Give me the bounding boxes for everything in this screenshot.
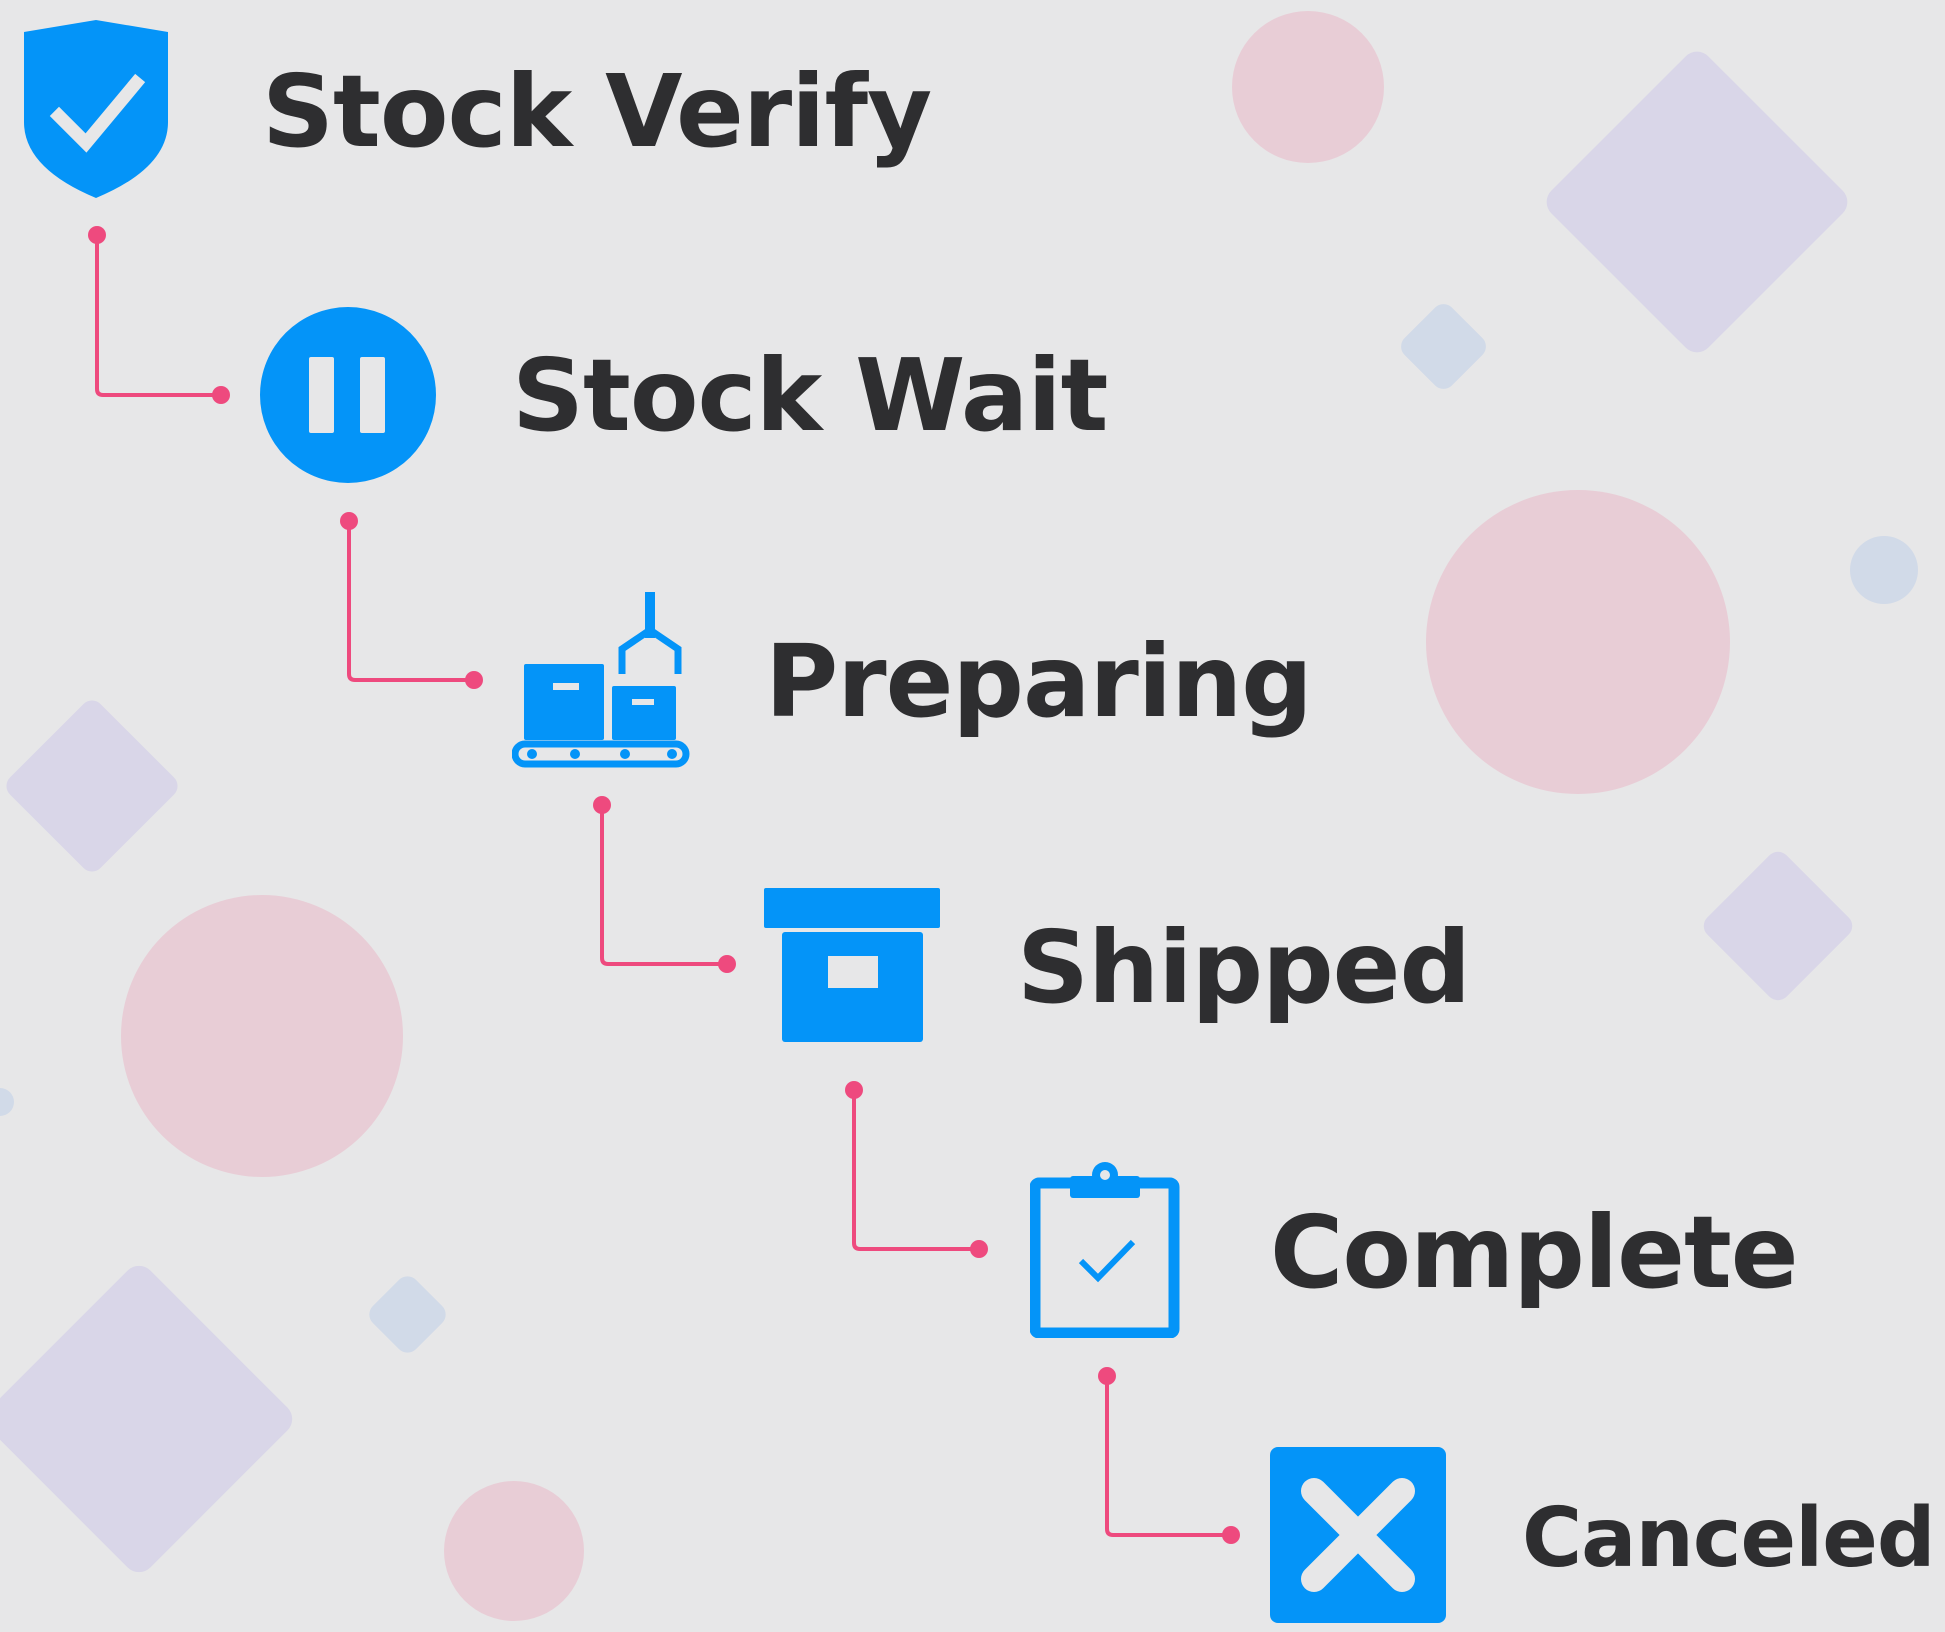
connector-dot [88, 226, 106, 244]
pause-circle-icon [260, 307, 436, 483]
connector-dot [593, 796, 611, 814]
connector-dot [1222, 1526, 1240, 1544]
step-label-stock-verify: Stock Verify [262, 53, 932, 170]
step-label-complete: Complete [1270, 1194, 1799, 1311]
step-label-canceled: Canceled [1522, 1491, 1936, 1586]
conveyor-boxes-icon [512, 592, 690, 768]
archive-box-icon [764, 888, 940, 1042]
connector-3 [600, 805, 727, 966]
step-label-shipped: Shipped [1017, 909, 1471, 1026]
connector-4 [852, 1090, 979, 1251]
step-label-stock-wait: Stock Wait [512, 337, 1108, 454]
connector-5 [1105, 1376, 1231, 1537]
order-status-flow-diagram: Stock Verify Stock Wait Preparing Shippe… [0, 0, 1945, 1632]
connector-2 [347, 521, 474, 682]
connector-dot [845, 1081, 863, 1099]
connector-1 [95, 235, 221, 397]
connector-dot [718, 955, 736, 973]
connector-dot [212, 386, 230, 404]
shield-check-icon [24, 20, 168, 198]
connector-dot [340, 512, 358, 530]
connector-dot [465, 671, 483, 689]
connector-dot [1098, 1367, 1116, 1385]
step-label-preparing: Preparing [765, 623, 1313, 740]
close-square-icon [1270, 1447, 1446, 1623]
connectors [88, 226, 1240, 1544]
clipboard-check-icon [1030, 1162, 1180, 1338]
connector-dot [970, 1240, 988, 1258]
